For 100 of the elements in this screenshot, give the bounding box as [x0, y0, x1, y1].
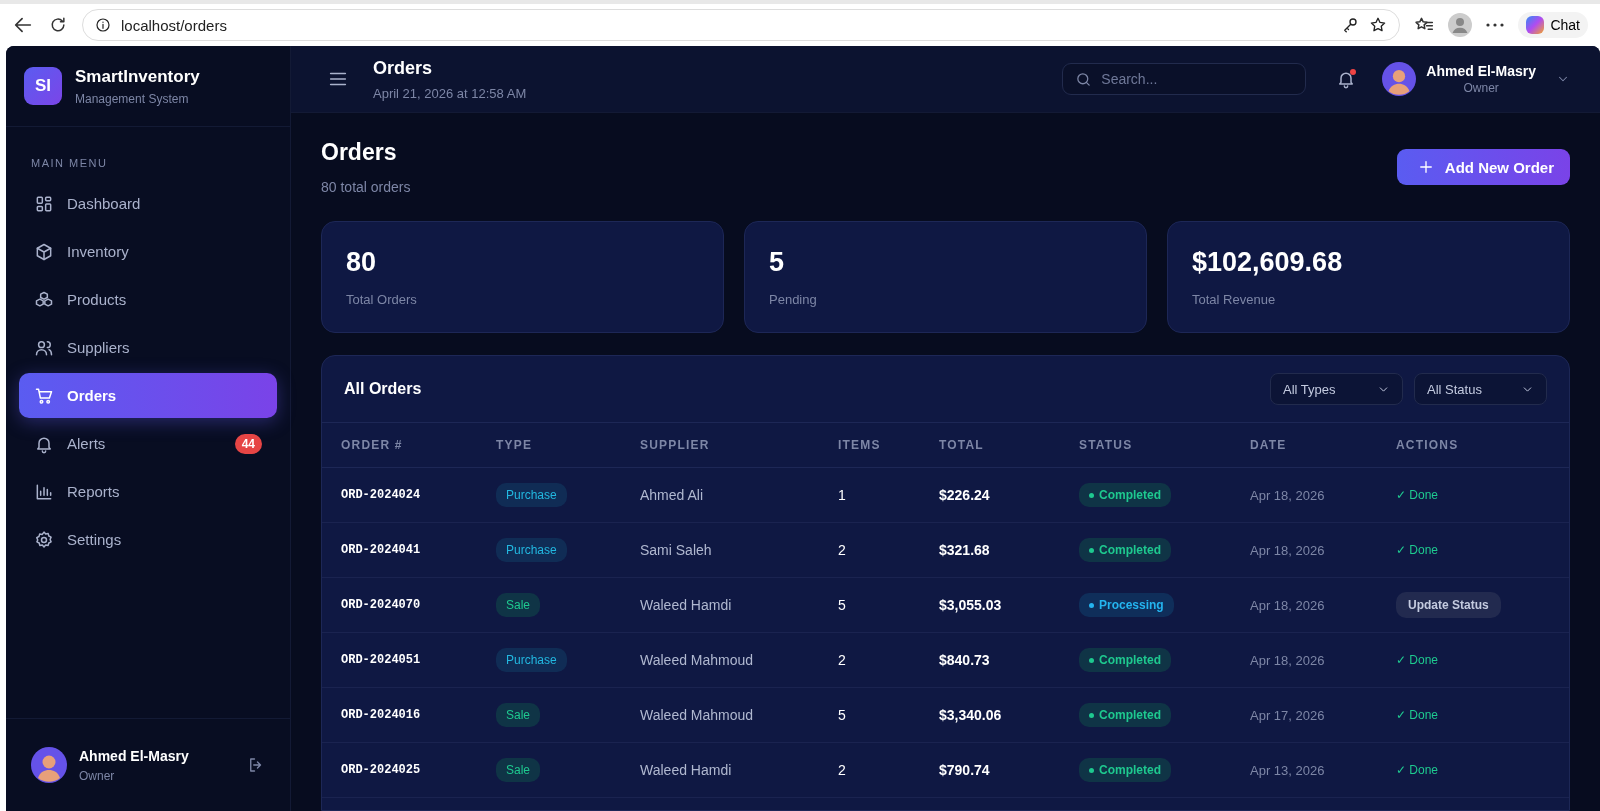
avatar-icon	[1382, 62, 1417, 96]
sidebar-item[interactable]: Products	[19, 277, 277, 322]
stat-label: Total Orders	[346, 292, 418, 307]
status-tag: Processing	[1079, 593, 1174, 617]
items-cell-text: 5	[838, 597, 847, 613]
date-cell-text: Apr 17, 2026	[1250, 707, 1326, 723]
done-label: ✓ Done	[1396, 763, 1439, 777]
order-number: ORD-2024051	[341, 653, 422, 667]
column-header: SUPPLIER	[640, 437, 711, 454]
column-header: STATUS	[1079, 437, 1134, 454]
stat-value: 5	[769, 247, 786, 278]
stat-value: 80	[346, 247, 378, 278]
sidebar-item[interactable]: Inventory	[19, 229, 277, 274]
status-tag: Completed	[1079, 648, 1171, 672]
status-tag: Completed	[1079, 483, 1171, 507]
sidebar-item[interactable]: Suppliers	[19, 325, 277, 370]
stat-value: $102,609.68	[1192, 247, 1344, 278]
date-cell-text: Apr 18, 2026	[1250, 597, 1326, 613]
search-field[interactable]: Search...	[1062, 63, 1307, 95]
chat-button[interactable]: Chat	[1518, 12, 1588, 38]
column-header: ACTIONS	[1396, 437, 1460, 454]
total-cell-text: $790.74	[939, 762, 991, 778]
type-tag: Purchase	[496, 538, 567, 562]
supplier-cell-text: Ahmed Ali	[640, 487, 705, 503]
status-tag: Completed	[1079, 538, 1171, 562]
column-header: ITEMS	[838, 437, 882, 454]
sidebar-item[interactable]: Orders	[19, 373, 277, 418]
type-tag: Sale	[496, 703, 541, 727]
order-number: ORD-2024070	[341, 598, 422, 612]
date-cell-text: Apr 18, 2026	[1250, 542, 1326, 558]
table-title: All Orders	[344, 380, 423, 398]
page-title: Orders	[321, 139, 398, 166]
type-tag: Purchase	[496, 483, 567, 507]
done-label: ✓ Done	[1396, 488, 1439, 502]
status-tag: Completed	[1079, 703, 1171, 727]
date-cell-text: Apr 18, 2026	[1250, 652, 1326, 668]
order-number: ORD-2024025	[341, 763, 422, 777]
column-header: DATE	[1250, 437, 1288, 454]
profile-icon[interactable]	[1448, 13, 1473, 37]
brand-tagline: Management System	[75, 91, 190, 106]
page-subtitle: 80 total orders	[321, 179, 411, 195]
avatar-icon	[31, 747, 67, 783]
items-cell-text: 1	[838, 487, 847, 503]
items-cell-text: 2	[838, 762, 847, 778]
total-cell-text: $3,055.03	[939, 597, 1003, 613]
user-name: Ahmed El-Masry	[1426, 63, 1536, 79]
logo: SI	[24, 67, 62, 105]
status-tag: Completed	[1079, 758, 1171, 782]
count-badge: 44	[234, 433, 262, 454]
chat-logo-icon	[1526, 16, 1545, 34]
add-order-button[interactable]: Add New Order	[1396, 149, 1570, 185]
total-cell-text: $226.24	[939, 487, 991, 503]
user-name: Ahmed El-Masry	[79, 747, 190, 764]
order-number: ORD-2024041	[341, 543, 422, 557]
filter-dropdown[interactable]: All Types	[1270, 373, 1403, 405]
date-cell-text: Apr 18, 2026	[1250, 487, 1326, 503]
order-number: ORD-2024016	[341, 708, 422, 722]
sidebar-item[interactable]: Settings	[19, 517, 277, 562]
items-cell-text: 5	[838, 707, 847, 723]
total-cell-text: $3,340.06	[939, 707, 1003, 723]
sidebar-item[interactable]: Reports	[19, 469, 277, 514]
boxes-icon	[34, 289, 54, 310]
update-status-button[interactable]: Update Status	[1396, 592, 1501, 618]
brand-name: SmartInventory	[75, 66, 200, 87]
box-icon	[34, 241, 54, 262]
supplier-cell-text: Sami Saleh	[640, 542, 713, 558]
total-cell-text: $321.68	[939, 542, 991, 558]
items-cell-text: 2	[838, 652, 847, 668]
sidebar-item[interactable]: Alerts 44	[19, 421, 277, 466]
column-header: ORDER #	[341, 437, 404, 454]
column-header: TOTAL	[939, 437, 985, 454]
done-label: ✓ Done	[1396, 653, 1439, 667]
type-tag: Sale	[496, 758, 541, 782]
key-icon	[1341, 16, 1360, 34]
done-label: ✓ Done	[1396, 708, 1439, 722]
sidebar-item[interactable]: Dashboard	[19, 181, 277, 226]
items-cell-text: 2	[838, 542, 847, 558]
header-title: Orders	[373, 57, 434, 79]
order-number: ORD-2024024	[341, 488, 422, 502]
gear-icon	[34, 529, 54, 550]
star-icon	[1369, 16, 1388, 34]
done-label: ✓ Done	[1396, 543, 1439, 557]
stat-label: Total Revenue	[1192, 292, 1277, 307]
supplier-cell-text: Waleed Mahmoud	[640, 707, 755, 723]
header-timestamp: April 21, 2026 at 12:58 AM	[373, 85, 528, 101]
section-label: MAIN MENU	[30, 156, 109, 171]
supplier-cell-text: Waleed Hamdi	[640, 597, 733, 613]
user-role: Owner	[1462, 81, 1500, 95]
type-tag: Purchase	[496, 648, 567, 672]
more-icon[interactable]	[1486, 23, 1505, 27]
info-icon	[95, 17, 111, 33]
stat-label: Pending	[769, 292, 818, 307]
search-icon	[1075, 71, 1093, 88]
filter-dropdown[interactable]: All Status	[1414, 373, 1547, 405]
supplier-cell-text: Waleed Mahmoud	[640, 652, 755, 668]
date-cell-text: Apr 13, 2026	[1250, 762, 1326, 778]
user-role: Owner	[79, 768, 116, 783]
total-cell-text: $840.73	[939, 652, 991, 668]
supplier-cell-text: Waleed Hamdi	[640, 762, 733, 778]
column-header: TYPE	[496, 437, 534, 454]
